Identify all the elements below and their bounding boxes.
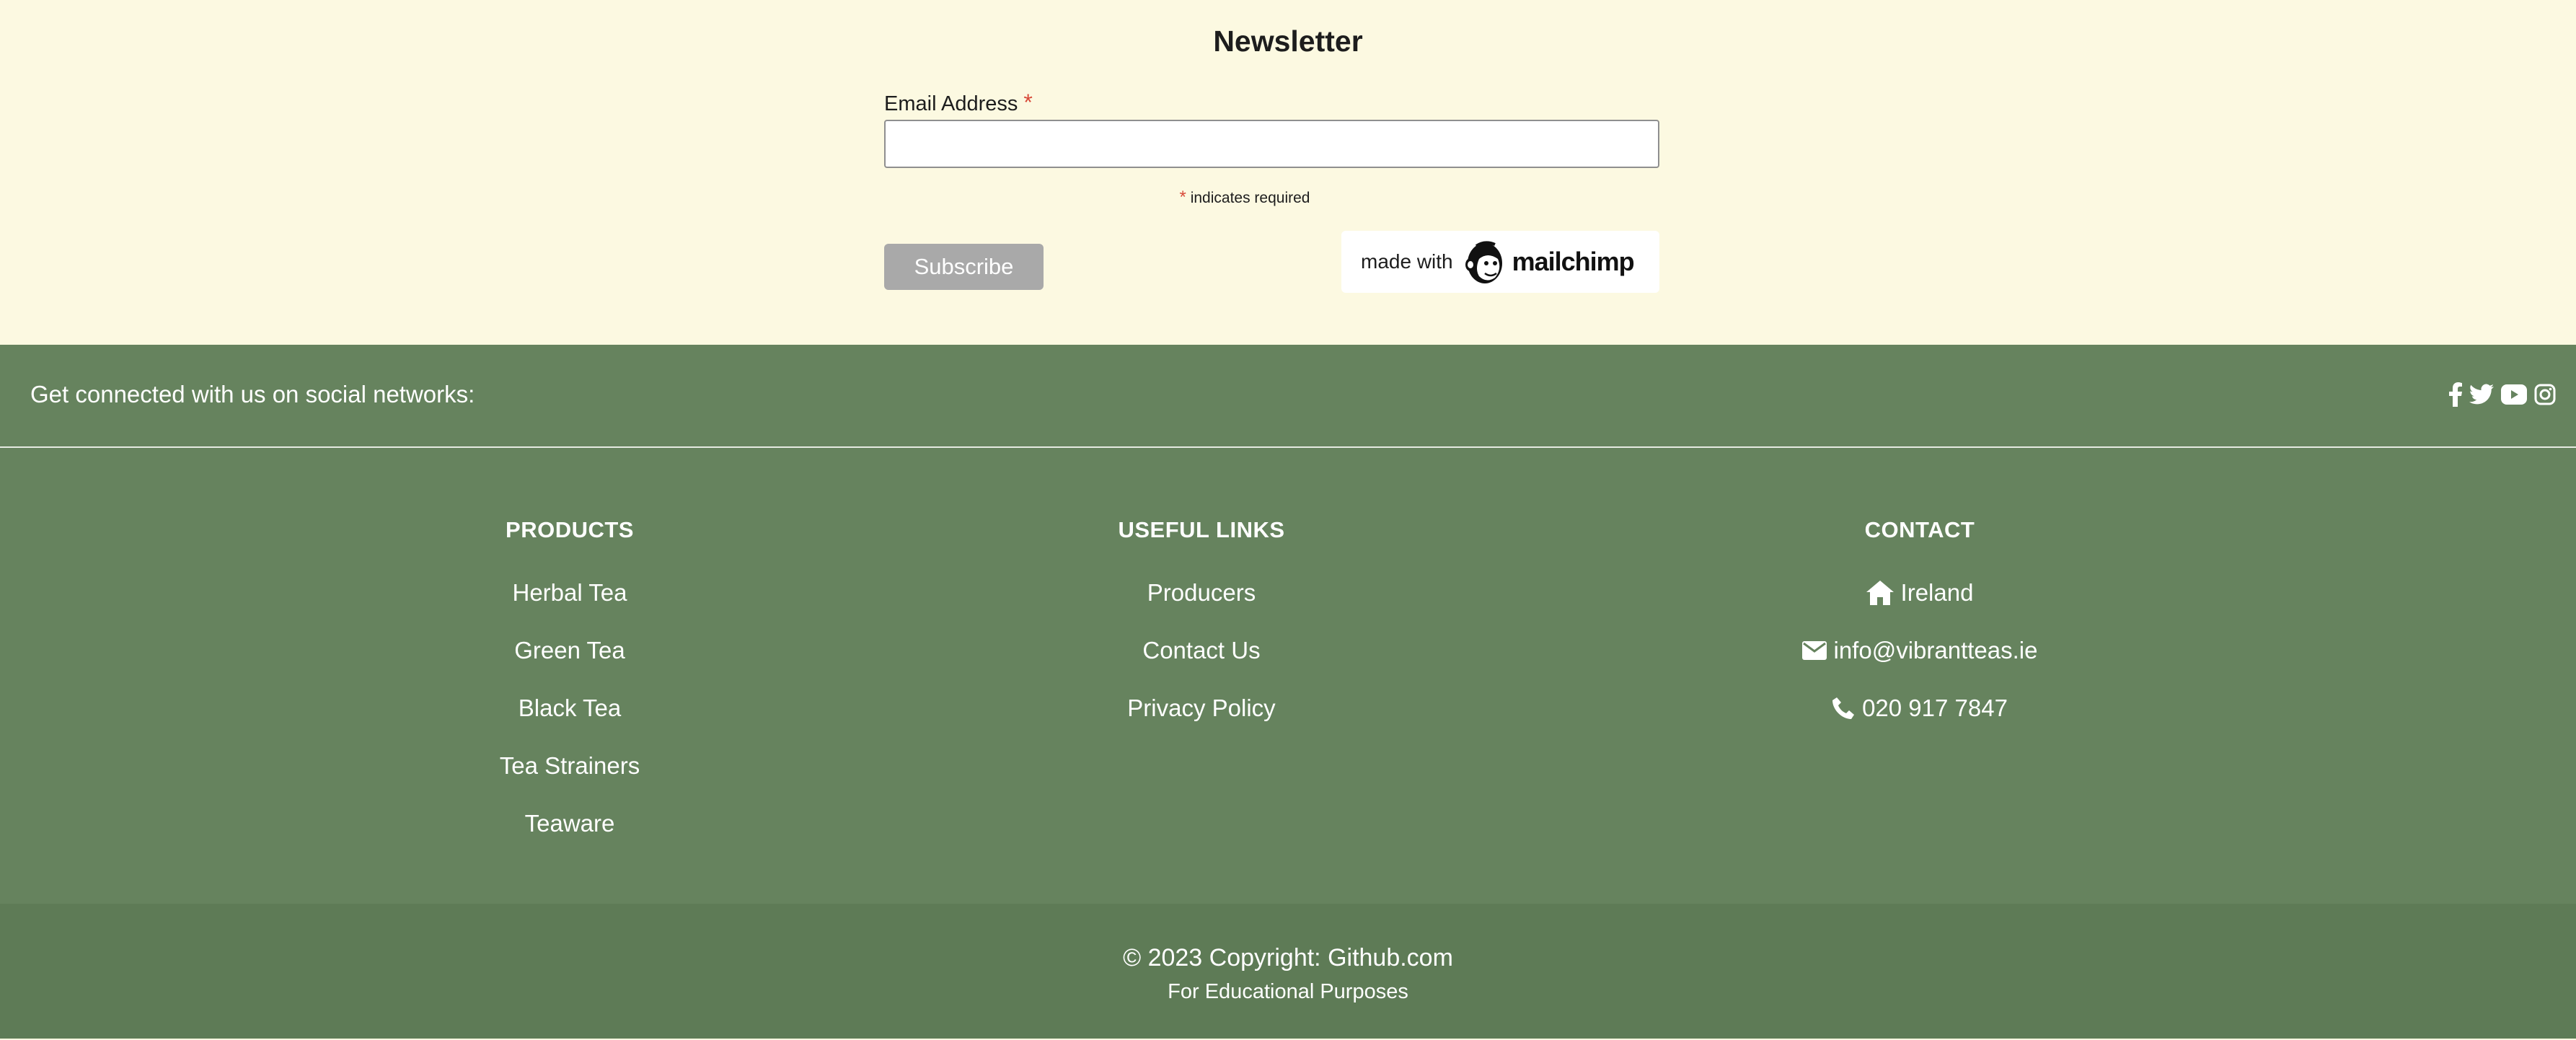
social-bar: Get connected with us on social networks… [0,345,2576,448]
required-note: * indicates required [884,188,1605,208]
footer-link-teaware[interactable]: Teaware [353,809,786,838]
social-icons [2449,382,2556,407]
footer-link-herbal-tea[interactable]: Herbal Tea [353,578,786,607]
newsletter-section: Newsletter Email Address * * indicates r… [0,0,2576,345]
copyright-bar: © 2023 Copyright: Github.com For Educati… [0,904,2576,1039]
instagram-icon[interactable] [2534,384,2556,405]
envelope-icon [1801,641,1827,660]
contact-email-text[interactable]: info@vibrantteas.ie [1834,636,2038,665]
useful-links-heading: USEFUL LINKS [1118,517,1285,542]
newsletter-title: Newsletter [1213,25,1363,58]
home-icon [1866,581,1894,605]
contact-email: info@vibrantteas.ie [1703,636,2136,665]
required-note-text: indicates required [1190,190,1310,206]
twitter-icon[interactable] [2469,384,2494,405]
phone-icon [1832,697,1855,719]
copyright-text: © 2023 Copyright: Github.com [1123,944,1453,971]
email-label: Email Address * [884,87,1659,118]
social-text: Get connected with us on social networks… [30,381,475,407]
facebook-icon[interactable] [2449,382,2462,407]
mailchimp-wordmark: mailchimp [1512,247,1635,276]
newsletter-form: Email Address * * indicates required Sub… [884,87,1659,293]
footer-link-producers[interactable]: Producers [985,578,1418,607]
contact-address: Ireland [1703,578,2136,607]
email-label-text: Email Address [884,92,1018,115]
products-heading: PRODUCTS [506,517,634,542]
email-field[interactable] [884,120,1659,168]
contact-heading: CONTACT [1864,517,1975,542]
footer-link-tea-strainers[interactable]: Tea Strainers [353,752,786,780]
footer-link-privacy-policy[interactable]: Privacy Policy [985,694,1418,723]
subscribe-button[interactable]: Subscribe [884,244,1044,290]
footer-links: PRODUCTS Herbal Tea Green Tea Black Tea … [0,448,2576,904]
mailchimp-monkey-icon [1465,241,1502,283]
contact-address-text: Ireland [1900,579,1974,606]
youtube-icon[interactable] [2501,384,2527,405]
footer-link-contact-us[interactable]: Contact Us [985,636,1418,665]
required-asterisk: * [1023,89,1033,115]
contact-phone-text[interactable]: 020 917 7847 [1862,694,2008,723]
required-note-asterisk: * [1179,188,1186,207]
contact-phone: 020 917 7847 [1703,694,2136,723]
mailchimp-made-with: made with [1361,250,1453,273]
mailchimp-badge[interactable]: made with mailchimp [1341,231,1659,293]
educational-purposes-text: For Educational Purposes [1168,980,1408,1003]
footer-link-black-tea[interactable]: Black Tea [353,694,786,723]
footer-link-green-tea[interactable]: Green Tea [353,636,786,665]
